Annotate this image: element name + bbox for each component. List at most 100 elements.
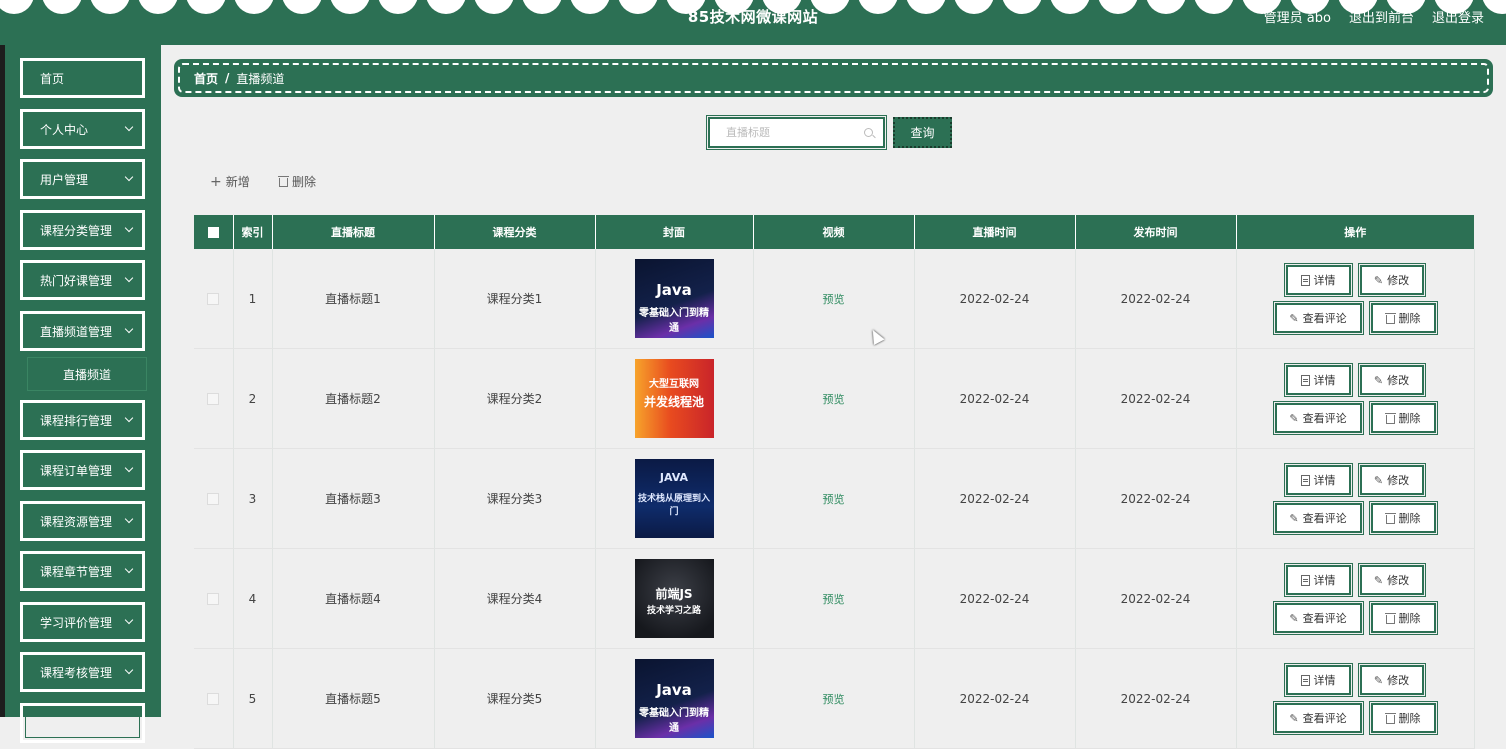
view-comments-button[interactable]: ✎ 查看评论	[1272, 401, 1364, 435]
sidebar-item-course-assessment[interactable]: 课程考核管理	[20, 652, 145, 692]
sidebar-item-live-channel[interactable]: 直播频道管理	[20, 311, 145, 351]
table-row: 4 直播标题4 课程分类4 前端JS 技术学习之路 预览 2022-02-24 …	[194, 548, 1475, 649]
batch-delete-button[interactable]: 删除	[278, 173, 317, 190]
edit-button[interactable]: ✎ 修改	[1357, 263, 1426, 297]
title-cell: 直播标题4	[272, 548, 435, 649]
chevron-down-icon	[124, 324, 134, 334]
row-checkbox[interactable]	[207, 393, 220, 405]
video-preview-link[interactable]: 预览	[823, 593, 845, 606]
live-time-cell: 2022-02-24	[914, 348, 1076, 449]
edit-label: 修改	[1387, 574, 1410, 587]
breadcrumb-home[interactable]: 首页	[194, 70, 218, 87]
row-select-cell	[194, 348, 234, 449]
cover-subtitle: 技术学习之路	[646, 606, 701, 616]
edit-button[interactable]: ✎ 修改	[1357, 463, 1426, 497]
edit-button[interactable]: ✎ 修改	[1357, 563, 1426, 597]
detail-label: 详情	[1313, 674, 1336, 687]
pencil-icon: ✎	[1373, 673, 1384, 687]
cover-image: JAVA 技术栈从原理到入门	[634, 459, 714, 538]
sidebar-item-label: 课程订单管理	[40, 463, 113, 478]
add-button[interactable]: + 新增	[210, 173, 250, 190]
title-cell: 直播标题3	[272, 448, 435, 549]
cover-image: Java 零基础入门到精通	[634, 659, 714, 738]
logout-link[interactable]: 退出登录	[1432, 7, 1484, 26]
index-cell: 2	[233, 348, 273, 449]
edit-label: 修改	[1387, 374, 1410, 387]
sidebar-item-user-management[interactable]: 用户管理	[20, 159, 145, 199]
trash-icon	[1384, 412, 1396, 424]
view-comments-button[interactable]: ✎ 查看评论	[1272, 501, 1364, 535]
index-cell: 1	[233, 249, 273, 349]
detail-button[interactable]: 详情	[1283, 663, 1353, 697]
delete-label: 删除	[1398, 312, 1421, 325]
row-checkbox[interactable]	[207, 493, 220, 505]
row-checkbox[interactable]	[207, 593, 220, 605]
table-row: 2 直播标题2 课程分类2 大型互联网 并发线程池 预览 2022-02-24 …	[194, 348, 1475, 449]
comments-label: 查看评论	[1302, 412, 1347, 425]
delete-button[interactable]: 删除	[1368, 601, 1438, 635]
exit-to-front-link[interactable]: 退出到前台	[1349, 7, 1414, 26]
sidebar-item-course-resources[interactable]: 课程资源管理	[20, 501, 145, 541]
search-input[interactable]	[724, 125, 868, 140]
video-cell: 预览	[753, 548, 915, 649]
sidebar-item-course-chapters[interactable]: 课程章节管理	[20, 551, 145, 591]
edit-button[interactable]: ✎ 修改	[1357, 663, 1426, 697]
search-icon	[864, 128, 873, 137]
sidebar-subitem-live-channel[interactable]: 直播频道	[27, 357, 147, 391]
video-preview-link[interactable]: 预览	[823, 393, 845, 406]
cover-image: Java 零基础入门到精通	[634, 259, 714, 338]
delete-button[interactable]: 删除	[1368, 301, 1438, 335]
sidebar-item-course-category[interactable]: 课程分类管理	[20, 210, 145, 250]
view-comments-button[interactable]: ✎ 查看评论	[1272, 301, 1364, 335]
cover-image: 大型互联网 并发线程池	[634, 359, 714, 438]
actions-cell: 详情 ✎ 修改 ✎ 查看评论 删除	[1236, 249, 1475, 349]
pencil-icon: ✎	[1373, 273, 1384, 287]
row-actions: 详情 ✎ 修改 ✎ 查看评论 删除	[1237, 249, 1474, 348]
pencil-icon: ✎	[1373, 573, 1384, 587]
video-cell: 预览	[753, 348, 915, 449]
sidebar-item-course-ranking[interactable]: 课程排行管理	[20, 400, 145, 440]
video-cell: 预览	[753, 249, 915, 349]
row-checkbox[interactable]	[207, 293, 220, 305]
sidebar-item-learning-evaluation[interactable]: 学习评价管理	[20, 602, 145, 642]
query-button[interactable]: 查询	[893, 117, 952, 148]
cover-title: Java	[656, 681, 692, 699]
detail-button[interactable]: 详情	[1283, 363, 1353, 397]
sidebar-item-course-orders[interactable]: 课程订单管理	[20, 450, 145, 490]
document-icon	[1300, 474, 1310, 486]
sidebar-item-personal-center[interactable]: 个人中心	[20, 109, 145, 149]
delete-button[interactable]: 删除	[1368, 501, 1438, 535]
row-actions: 详情 ✎ 修改 ✎ 查看评论 删除	[1237, 449, 1474, 548]
admin-label: 管理员 abo	[1263, 11, 1331, 26]
delete-button[interactable]: 删除	[1368, 401, 1438, 435]
sidebar-item-hot-courses[interactable]: 热门好课管理	[20, 260, 145, 300]
category-cell: 课程分类3	[434, 448, 596, 549]
sidebar-item-home[interactable]: 首页	[20, 58, 145, 98]
view-comments-button[interactable]: ✎ 查看评论	[1272, 701, 1364, 735]
row-actions: 详情 ✎ 修改 ✎ 查看评论 删除	[1237, 549, 1474, 648]
delete-button[interactable]: 删除	[1368, 701, 1438, 735]
delete-button-label: 删除	[292, 175, 317, 189]
sidebar-item-more[interactable]	[20, 703, 145, 743]
video-preview-link[interactable]: 预览	[823, 693, 845, 706]
edit-label: 修改	[1387, 274, 1410, 287]
view-comments-button[interactable]: ✎ 查看评论	[1272, 601, 1364, 635]
delete-label: 删除	[1398, 412, 1421, 425]
cover-subtitle: 大型互联网	[649, 379, 699, 390]
row-select-cell	[194, 249, 234, 349]
detail-button[interactable]: 详情	[1283, 463, 1353, 497]
select-all-cell	[194, 215, 234, 249]
cover-title: JAVA	[659, 471, 689, 484]
video-preview-link[interactable]: 预览	[823, 493, 845, 506]
trash-icon	[1384, 612, 1396, 624]
actions-cell: 详情 ✎ 修改 ✎ 查看评论 删除	[1236, 548, 1475, 649]
edit-button[interactable]: ✎ 修改	[1357, 363, 1426, 397]
row-checkbox[interactable]	[207, 693, 220, 705]
publish-time-cell: 2022-02-24	[1075, 348, 1237, 449]
detail-button[interactable]: 详情	[1283, 263, 1353, 297]
comments-label: 查看评论	[1302, 512, 1347, 525]
cover-subtitle: 零基础入门到精通	[639, 308, 709, 334]
detail-button[interactable]: 详情	[1283, 563, 1353, 597]
select-all-checkbox[interactable]	[207, 227, 219, 238]
video-preview-link[interactable]: 预览	[823, 293, 845, 306]
